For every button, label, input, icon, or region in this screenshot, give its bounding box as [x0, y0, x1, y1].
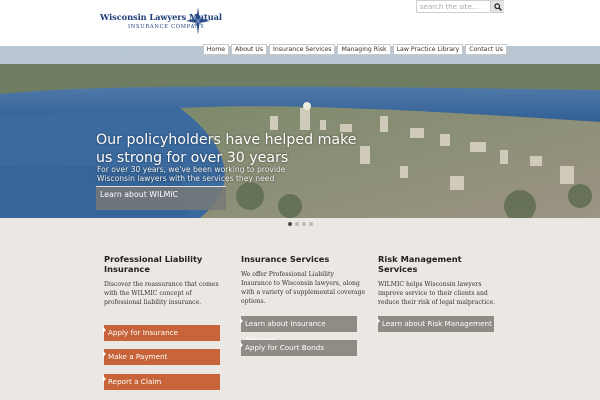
nav-home[interactable]: Home — [202, 44, 230, 55]
nav-managing-risk[interactable]: Managing Risk — [337, 44, 391, 55]
site-header: Wisconsin Lawyers Mutual INSURANCE COMPA… — [0, 0, 600, 46]
compass-star-icon — [186, 7, 210, 35]
column-description: Discover the reassurance that comes with… — [104, 281, 219, 306]
search-button[interactable] — [490, 1, 504, 12]
search-input[interactable] — [417, 1, 489, 12]
nav-contact-us[interactable]: Contact Us — [465, 44, 507, 55]
learn-about-insurance-services-button[interactable]: Learn about Insurance Services — [240, 316, 357, 344]
hero-banner: Our policyholders have helped make us st… — [0, 46, 600, 218]
column-description: WILMIC helps Wisconsin lawyers improve s… — [378, 281, 496, 306]
carousel-dots — [288, 222, 313, 226]
carousel-dot-2[interactable] — [295, 222, 299, 226]
site-logo[interactable]: Wisconsin Lawyers Mutual INSURANCE COMPA… — [100, 7, 222, 37]
apply-for-insurance-button[interactable]: Apply for Insurance — [103, 325, 220, 341]
column-insurance-services: Insurance Services We offer Professional… — [241, 254, 366, 306]
column-description: We offer Professional Liability Insuranc… — [241, 271, 366, 305]
column-risk-management: Risk Management Services WILMIC helps Wi… — [378, 254, 503, 307]
nav-about-us[interactable]: About Us — [231, 44, 268, 55]
hero-subtext: For over 30 years, we've been working to… — [97, 165, 286, 183]
column-title: Risk Management Services — [378, 254, 462, 274]
search-box — [416, 0, 504, 13]
learn-about-wilmic-button[interactable]: Learn about WILMIC — [96, 186, 226, 210]
carousel-dot-4[interactable] — [309, 222, 313, 226]
column-title: Insurance Services — [241, 254, 330, 264]
column-title: Professional Liability Insurance — [104, 254, 203, 274]
column-professional-liability: Professional Liability Insurance Discove… — [104, 254, 229, 307]
apply-for-court-bonds-button[interactable]: Apply for Court Bonds — [240, 340, 357, 356]
make-a-payment-button[interactable]: Make a Payment — [103, 349, 220, 365]
nav-insurance-services[interactable]: Insurance Services — [269, 44, 336, 55]
learn-about-risk-management-button[interactable]: Learn about Risk Management — [377, 316, 494, 332]
search-icon — [493, 2, 502, 11]
carousel-dot-3[interactable] — [302, 222, 306, 226]
hero-headline: Our policyholders have helped make us st… — [96, 132, 357, 166]
nav-law-practice-library[interactable]: Law Practice Library — [392, 44, 464, 55]
report-a-claim-button[interactable]: Report a Claim — [103, 374, 220, 390]
main-nav: Home About Us Insurance Services Managin… — [202, 44, 507, 55]
carousel-dot-1[interactable] — [288, 222, 292, 226]
